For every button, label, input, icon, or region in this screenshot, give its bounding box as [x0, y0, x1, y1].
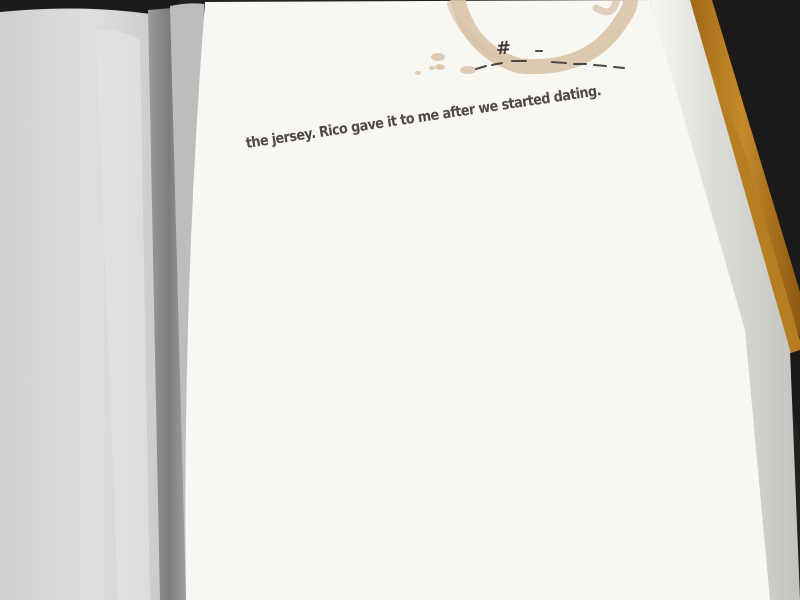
journal-illustration: [0, 0, 800, 600]
journal-scene: # the jersey. Rico gave it to me after w…: [0, 0, 800, 600]
page-number-label: #: [495, 37, 512, 60]
